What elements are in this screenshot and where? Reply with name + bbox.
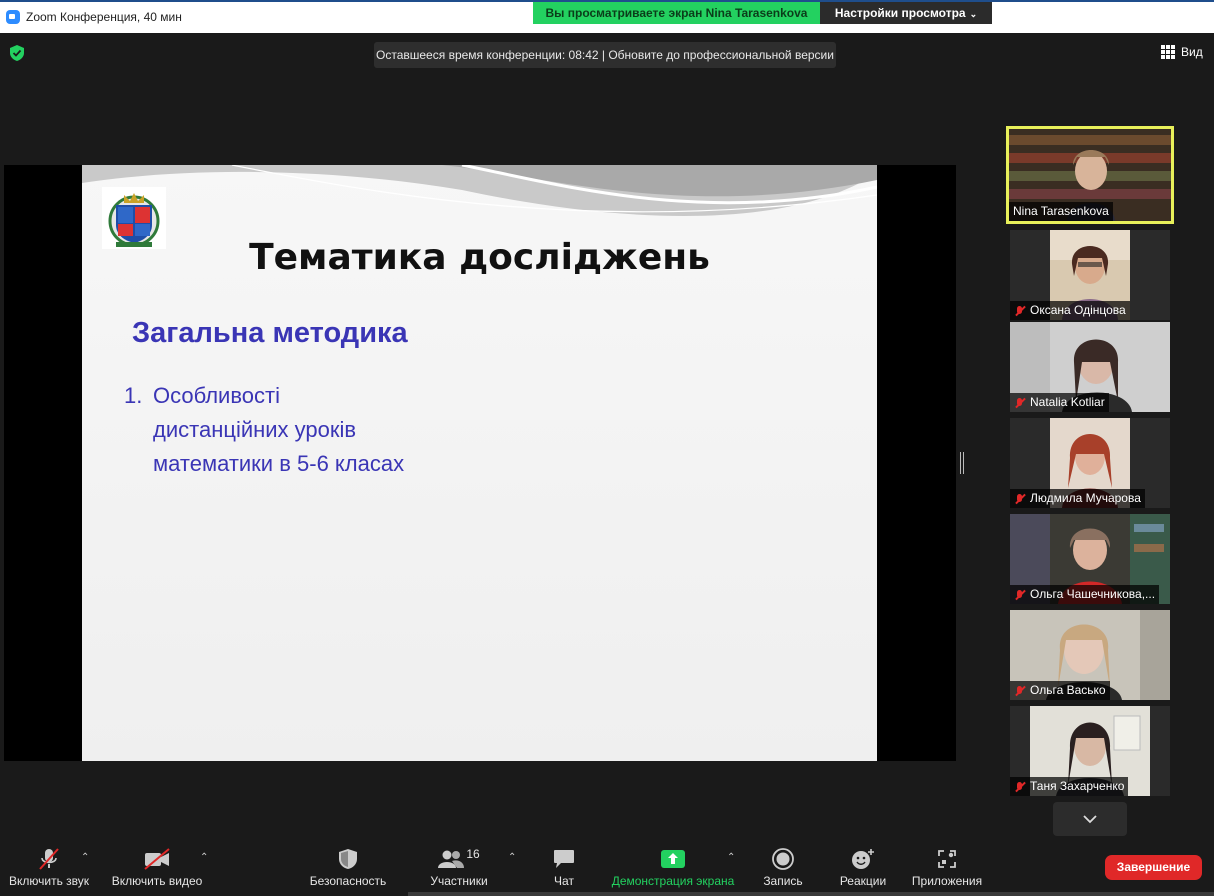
participant-tile-nina-tarasenkova[interactable]: Nina Tarasenkova [1006, 126, 1174, 224]
view-layout-label: Вид [1181, 45, 1203, 59]
participant-name-bar: Nina Tarasenkova [1009, 202, 1113, 221]
slide-title: Тематика досліджень [249, 237, 710, 278]
meeting-time-notice[interactable]: Оставшееся время конференции: 08:42 | Об… [374, 42, 836, 68]
record-icon [772, 848, 794, 870]
participants-label: Участники [430, 874, 488, 888]
chat-bubble-icon [554, 850, 574, 868]
participant-name-bar: Таня Захарченко [1010, 777, 1129, 796]
microphone-muted-icon [39, 848, 59, 870]
chat-label: Чат [554, 874, 574, 888]
participant-tile-liudmyla-mucharova[interactable]: Людмила Мучарова [1010, 418, 1170, 508]
presentation-slide: Тематика досліджень Загальна методика 1.… [82, 165, 877, 761]
chevron-down-icon: ⌄ [969, 9, 978, 19]
start-video-label: Включить видео [111, 874, 203, 888]
slide-list: 1. Особливості дистанційних уроків матема… [124, 379, 404, 481]
participant-name-bar: Natalia Kotliar [1010, 393, 1109, 412]
slide-subtitle: Загальна методика [132, 317, 408, 349]
chevron-down-icon [1083, 815, 1097, 824]
zoom-window: Zoom Конференция, 40 мин Вы просматривае… [0, 0, 1214, 896]
apps-button[interactable]: Приложения [906, 846, 988, 888]
participant-name-bar: Людмила Мучарова [1010, 489, 1145, 508]
apps-icon [938, 850, 956, 868]
participant-name: Natalia Kotliar [1030, 395, 1105, 409]
security-label: Безопасность [309, 874, 387, 888]
view-layout-button[interactable]: Вид [1161, 45, 1203, 59]
zoom-logo-icon [6, 10, 20, 24]
participant-tile-oksana-odintsova[interactable]: Оксана Одінцова [1010, 230, 1170, 320]
grid-view-icon [1161, 45, 1175, 59]
video-options-caret-icon[interactable]: ⌃ [200, 852, 208, 863]
mic-muted-icon [1014, 589, 1026, 601]
share-screen-button[interactable]: Демонстрация экрана [608, 846, 738, 888]
window-title: Zoom Конференция, 40 мин [26, 10, 182, 24]
slide-list-line-3: математики в 5-6 класах [153, 451, 405, 476]
mic-muted-icon [1014, 685, 1026, 697]
participant-name: Nina Tarasenkova [1013, 204, 1109, 218]
participant-name: Ольга Чашечникова,... [1030, 587, 1156, 601]
start-video-button[interactable]: Включить видео [110, 846, 204, 888]
apps-label: Приложения [911, 874, 983, 888]
view-options-label: Настройки просмотра [834, 6, 966, 20]
record-button[interactable]: Запись [758, 846, 808, 888]
end-meeting-button[interactable]: Завершение [1105, 855, 1202, 880]
chat-button[interactable]: Чат [546, 846, 582, 888]
taskbar-strip [408, 892, 1214, 896]
participant-tile-olha-vasko[interactable]: Ольга Васько [1010, 610, 1170, 700]
share-screen-label: Демонстрация экрана [611, 874, 735, 888]
participant-tile-olha-chashechnikova[interactable]: Ольга Чашечникова,... [1010, 514, 1170, 604]
mic-muted-icon [1014, 781, 1026, 793]
scroll-down-button[interactable] [1053, 802, 1127, 836]
share-screen-icon [661, 850, 685, 868]
mic-muted-icon [1014, 493, 1026, 505]
slide-list-number: 1. [124, 383, 143, 408]
unmute-button[interactable]: Включить звук [6, 846, 92, 888]
mic-muted-icon [1014, 305, 1026, 317]
slide-list-line-2: дистанційних уроків [153, 417, 357, 442]
video-camera-off-icon [144, 848, 170, 870]
participant-name-bar: Ольга Чашечникова,... [1010, 585, 1160, 604]
security-shield-icon [339, 849, 357, 869]
participant-name: Ольга Васько [1030, 683, 1106, 697]
slide-list-line-1: Особливості [153, 383, 280, 408]
smiley-plus-icon [852, 849, 874, 869]
mic-muted-icon [1014, 397, 1026, 409]
participants-icon [438, 850, 465, 868]
participant-tile-tania-zakharchenko[interactable]: Таня Захарченко [1010, 706, 1170, 796]
security-button[interactable]: Безопасность [306, 846, 390, 888]
panel-resize-handle[interactable] [960, 452, 964, 474]
participant-name: Таня Захарченко [1030, 779, 1125, 793]
participant-name-bar: Оксана Одінцова [1010, 301, 1130, 320]
screen-share-banner: Вы просматриваете экран Nina Tarasenkova [533, 2, 820, 24]
slide-header-swoosh [82, 165, 877, 217]
participants-options-caret-icon[interactable]: ⌃ [508, 852, 516, 863]
encryption-shield-icon[interactable] [10, 45, 24, 61]
participant-name-bar: Ольга Васько [1010, 681, 1110, 700]
audio-options-caret-icon[interactable]: ⌃ [81, 852, 89, 863]
reactions-label: Реакции [839, 874, 887, 888]
record-label: Запись [763, 874, 803, 888]
participant-name: Людмила Мучарова [1030, 491, 1141, 505]
participant-name: Оксана Одінцова [1030, 303, 1126, 317]
view-options-button[interactable]: Настройки просмотра ⌄ [820, 2, 992, 24]
reactions-button[interactable]: Реакции [836, 846, 890, 888]
unmute-label: Включить звук [8, 874, 90, 888]
participants-count: 16 [466, 847, 480, 861]
share-options-caret-icon[interactable]: ⌃ [727, 852, 735, 863]
participants-button[interactable]: 16 Участники [426, 846, 492, 888]
participant-tile-natalia-kotliar[interactable]: Natalia Kotliar [1010, 322, 1170, 412]
